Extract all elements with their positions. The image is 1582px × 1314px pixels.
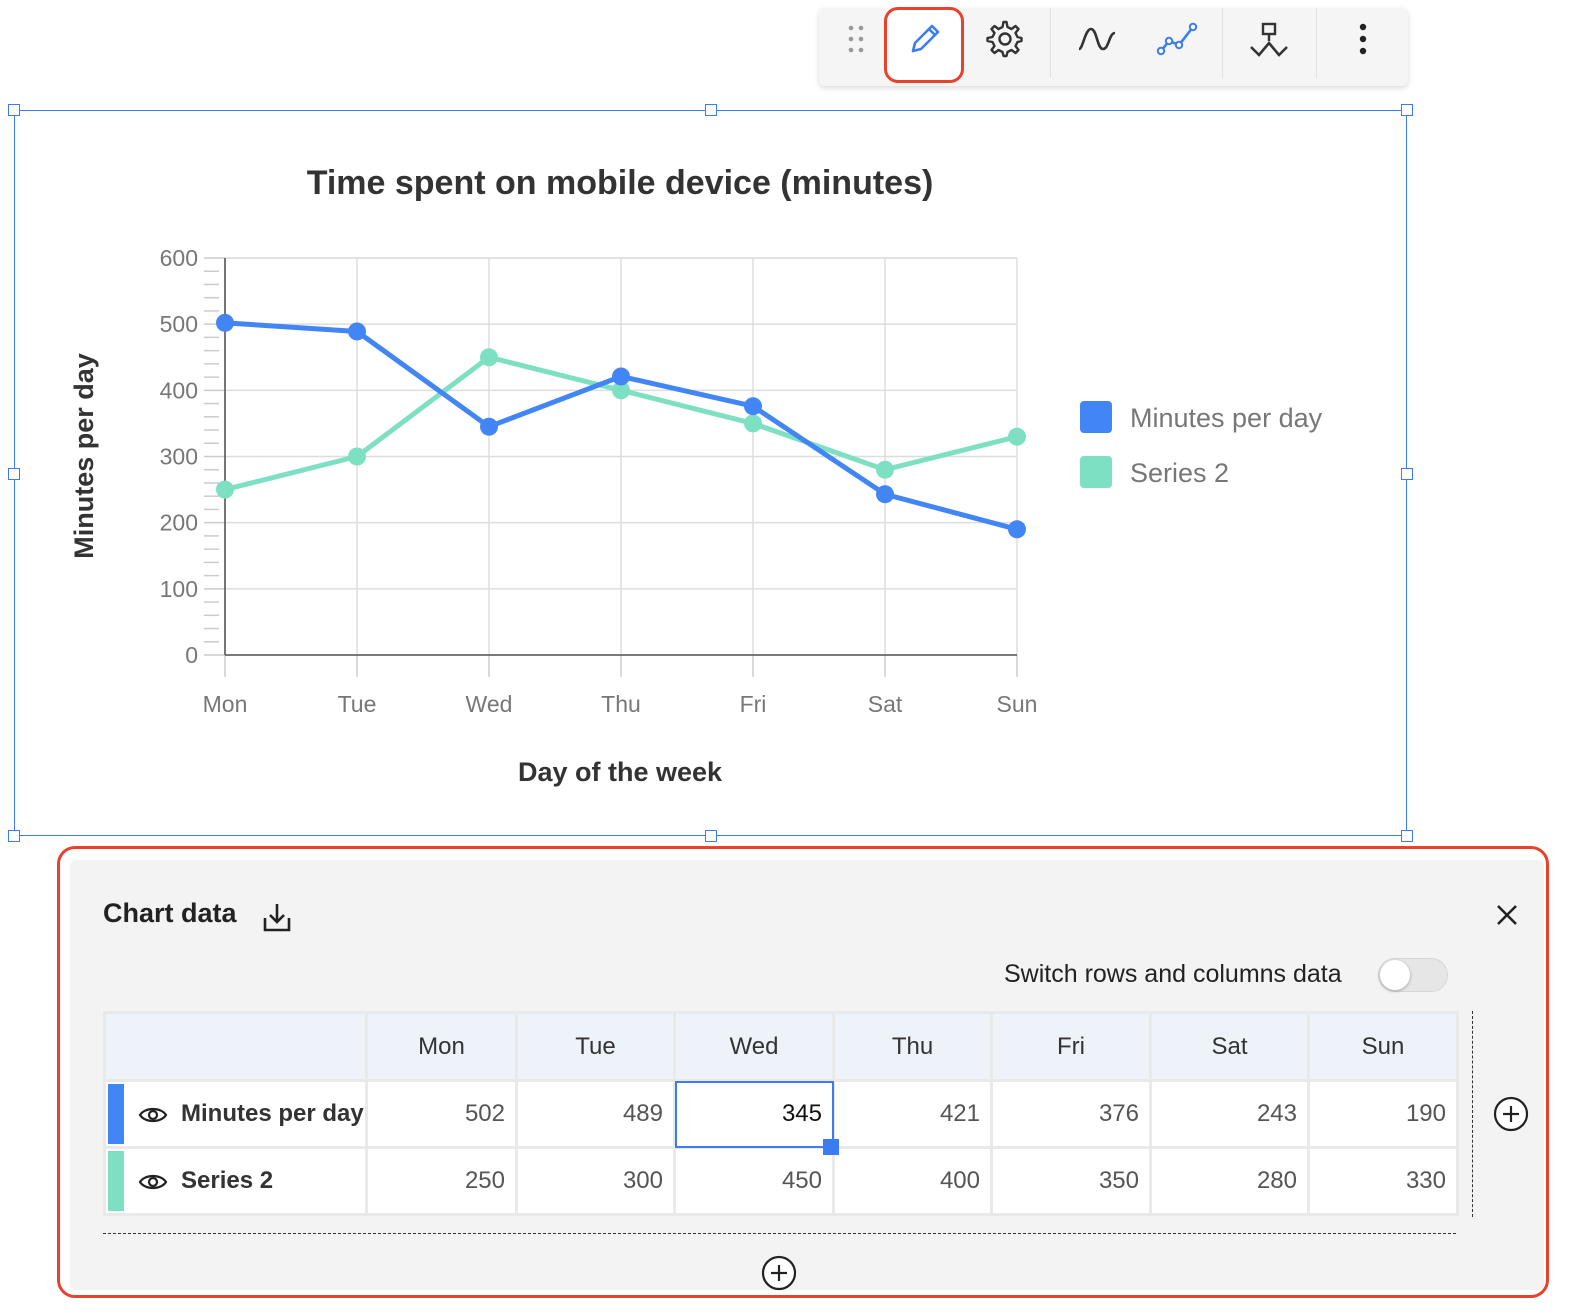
data-point	[876, 485, 894, 504]
y-tick-label: 0	[185, 642, 198, 668]
x-tick-label: Thu	[601, 691, 641, 717]
data-cell[interactable]: 280	[1149, 1146, 1310, 1216]
table-corner-cell	[103, 1011, 368, 1082]
toggle-knob	[1380, 960, 1410, 990]
y-tick-label: 500	[160, 311, 198, 337]
data-cell[interactable]: 489	[515, 1079, 676, 1149]
y-tick-label: 600	[160, 245, 198, 271]
data-point	[480, 417, 498, 436]
close-icon[interactable]	[1492, 900, 1522, 935]
row-label: Series 2	[181, 1167, 274, 1194]
x-tick-label: Fri	[740, 691, 767, 717]
data-cell[interactable]: 250	[365, 1146, 518, 1216]
data-cell[interactable]: 421	[832, 1079, 993, 1149]
line-chart: Time spent on mobile device (minutes) Mi…	[69, 164, 1323, 787]
column-header[interactable]: Fri	[990, 1011, 1152, 1082]
x-tick-label: Sat	[868, 691, 903, 717]
x-tick-label: Wed	[466, 691, 513, 717]
legend-label: Series 2	[1130, 458, 1229, 488]
eye-icon[interactable]	[138, 1104, 168, 1126]
column-header[interactable]: Thu	[832, 1011, 993, 1082]
column-header[interactable]: Wed	[673, 1011, 835, 1082]
table-header-row: Mon Tue Wed Thu Fri Sat Sun	[103, 1011, 1459, 1082]
legend-label: Minutes per day	[1130, 403, 1323, 433]
data-cell[interactable]: 330	[1307, 1146, 1459, 1216]
x-tick-label: Mon	[203, 691, 248, 717]
data-point	[612, 367, 630, 386]
table-row: Minutes per day 502 489 345 421 376 243 …	[103, 1079, 1459, 1149]
row-header-minutes-per-day[interactable]: Minutes per day	[103, 1079, 368, 1149]
data-cell[interactable]: 376	[990, 1079, 1152, 1149]
series-color-swatch	[108, 1084, 124, 1144]
data-point	[744, 397, 762, 416]
data-cell-selected[interactable]: 345	[673, 1079, 835, 1149]
y-tick-label: 300	[160, 444, 198, 470]
data-point	[1008, 427, 1026, 446]
data-cell[interactable]: 190	[1307, 1079, 1459, 1149]
data-cell[interactable]: 350	[990, 1146, 1152, 1216]
data-point	[744, 414, 762, 433]
data-point	[1008, 520, 1026, 539]
y-tick-label: 200	[160, 510, 198, 536]
y-tick-label: 400	[160, 377, 198, 403]
x-tick-label: Sun	[997, 691, 1038, 717]
data-cell[interactable]: 243	[1149, 1079, 1310, 1149]
panel-title: Chart data	[103, 898, 237, 928]
add-row-guide	[103, 1233, 1456, 1234]
x-tick-label: Tue	[338, 691, 377, 717]
legend-swatch	[1080, 401, 1112, 433]
chart-data-table: Mon Tue Wed Thu Fri Sat Sun Minutes per …	[103, 1011, 1459, 1216]
data-point	[876, 460, 894, 479]
y-tick-label: 100	[160, 576, 198, 602]
column-header[interactable]: Sun	[1307, 1011, 1459, 1082]
add-column-guide	[1472, 1011, 1473, 1217]
data-cell[interactable]: 300	[515, 1146, 676, 1216]
data-cell[interactable]: 450	[673, 1146, 835, 1216]
row-label: Minutes per day	[181, 1100, 364, 1127]
chart-title: Time spent on mobile device (minutes)	[307, 164, 934, 202]
fill-handle[interactable]	[823, 1139, 839, 1155]
data-point	[480, 348, 498, 367]
column-header[interactable]: Tue	[515, 1011, 676, 1082]
data-cell[interactable]: 400	[832, 1146, 993, 1216]
table-row: Series 2 250 300 450 400 350 280 330	[103, 1146, 1459, 1216]
eye-icon[interactable]	[138, 1171, 168, 1193]
data-point	[216, 313, 234, 332]
switch-rows-columns-label: Switch rows and columns data	[1004, 960, 1342, 988]
column-header[interactable]: Sat	[1149, 1011, 1310, 1082]
legend-swatch	[1080, 456, 1112, 488]
data-point	[348, 322, 366, 341]
data-point	[216, 480, 234, 499]
add-column-icon[interactable]	[1493, 1096, 1529, 1137]
data-cell[interactable]: 502	[365, 1079, 518, 1149]
add-row-icon[interactable]	[761, 1255, 797, 1296]
x-axis-label: Day of the week	[518, 757, 723, 787]
data-point	[348, 447, 366, 466]
download-icon[interactable]	[260, 900, 294, 939]
y-axis-label: Minutes per day	[69, 353, 99, 559]
row-header-series-2[interactable]: Series 2	[103, 1146, 368, 1216]
column-header[interactable]: Mon	[365, 1011, 518, 1082]
series-color-swatch	[108, 1151, 124, 1211]
